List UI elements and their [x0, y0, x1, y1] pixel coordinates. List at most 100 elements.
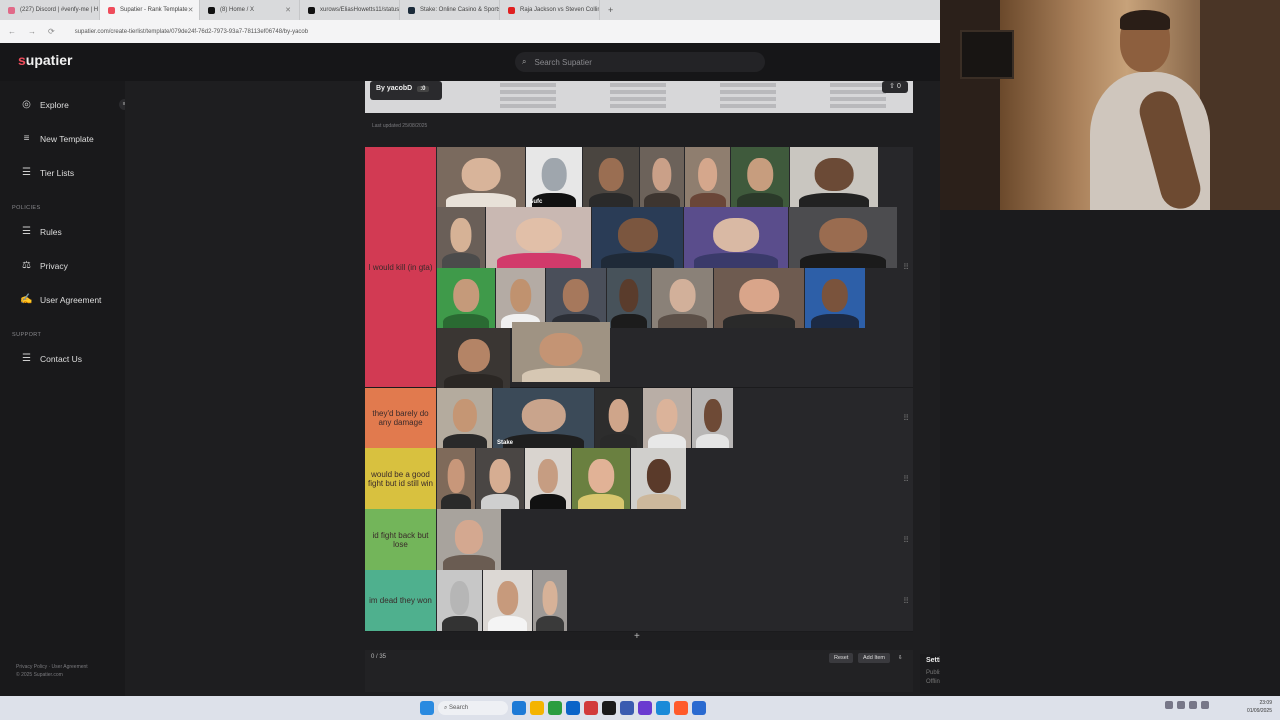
tier-item-image[interactable] — [789, 207, 897, 268]
browser-tab[interactable]: Raja Jackson vs Steven Collins✕ — [500, 0, 600, 20]
tier-item-image[interactable] — [631, 448, 686, 509]
streamer-image — [1090, 10, 1210, 210]
taskbar-app-icon[interactable] — [566, 701, 580, 715]
tier-item-image[interactable] — [592, 207, 683, 268]
tier-item-image[interactable] — [685, 147, 730, 207]
reload-icon[interactable]: ⟳ — [48, 27, 55, 36]
taskbar-app-icon[interactable] — [620, 701, 634, 715]
tier-label[interactable]: id fight back but lose — [365, 509, 436, 570]
tier-item-image[interactable]: sufc — [526, 147, 582, 207]
tier-item-image[interactable] — [583, 147, 639, 207]
taskbar-app-icon[interactable] — [512, 701, 526, 715]
tier-item-image[interactable] — [595, 388, 642, 448]
back-icon[interactable]: ← — [8, 27, 16, 36]
taskbar-app-icon[interactable] — [584, 701, 598, 715]
tier-item-image[interactable] — [437, 268, 495, 328]
supatier-logo[interactable]: supatier — [18, 52, 72, 68]
close-tab-icon[interactable]: ✕ — [285, 6, 291, 14]
tier-label[interactable]: I would kill (in gta) — [365, 147, 436, 387]
tier-item-image[interactable] — [437, 448, 475, 509]
tier-item-image[interactable] — [437, 147, 525, 207]
search-input[interactable]: Search Supatier — [534, 58, 591, 67]
sidebar-item-contact-us[interactable]: ☰ Contact Us — [20, 353, 82, 364]
sidebar-item-explore[interactable]: ◎ Explore — [20, 99, 69, 110]
tier-item-image[interactable] — [486, 207, 591, 268]
tab-favicon-icon — [508, 6, 515, 14]
tier-item-image[interactable] — [684, 207, 788, 268]
drag-handle-icon[interactable]: ⠿ — [903, 535, 909, 544]
forward-icon[interactable]: → — [28, 27, 36, 36]
drag-handle-icon[interactable]: ⠿ — [903, 474, 909, 483]
download-icon[interactable]: ⇩ — [898, 653, 903, 663]
tier-label[interactable]: they'd barely do any damage — [365, 388, 436, 448]
drag-handle-icon[interactable]: ⠿ — [903, 596, 909, 605]
tier-item-image[interactable] — [546, 268, 606, 328]
compass-icon: ◎ — [22, 99, 31, 110]
tier-item-image[interactable] — [714, 268, 804, 328]
address-bar[interactable]: ← → ⟳ supatier.com/create-tierlist/templat… — [0, 20, 940, 43]
tier-item-image[interactable] — [805, 268, 865, 328]
tier-label[interactable]: im dead they won — [365, 570, 436, 631]
tier-item-image[interactable] — [790, 147, 878, 207]
item-caption: Stake — [497, 440, 514, 446]
tier-item-image[interactable] — [692, 388, 733, 448]
tier-item-image[interactable] — [525, 448, 571, 509]
browser-tab[interactable]: Supatier - Rank Template ✕ — [100, 0, 200, 20]
add-item-button[interactable]: Add Item — [858, 653, 891, 663]
tier-item-image[interactable] — [496, 268, 545, 328]
tab-favicon-icon — [408, 6, 415, 14]
close-tab-icon[interactable]: ✕ — [188, 6, 194, 14]
url-text[interactable]: supatier.com/create-tierlist/template/07… — [75, 29, 308, 35]
drag-handle-icon[interactable]: ⠿ — [903, 414, 909, 423]
new-tab-button[interactable]: + — [600, 5, 621, 15]
tier-item-image[interactable] — [731, 147, 789, 207]
tier-item-image[interactable] — [437, 570, 482, 631]
tier-label[interactable]: would be a good fight but id still win — [365, 448, 436, 509]
browser-tab[interactable]: (8) Home / X ✕ — [200, 0, 300, 20]
tier-item-image[interactable] — [512, 322, 610, 382]
clock[interactable]: 23:09 01/09/2025 — [1247, 699, 1272, 715]
taskbar-app-icon[interactable] — [674, 701, 688, 715]
sidebar-item-tier-lists[interactable]: ☰ Tier Lists — [20, 167, 74, 178]
policies-heading: POLICIES — [12, 205, 41, 211]
browser-tab[interactable]: (227) Discord | #venfy-me | H✕ — [0, 0, 100, 20]
drag-handle-icon[interactable]: ⠿ — [903, 263, 909, 272]
search-box[interactable]: ⌕ Search Supatier — [515, 52, 765, 72]
author-badge[interactable]: By yacobD:0 — [370, 81, 442, 100]
taskbar-app-icon[interactable] — [692, 701, 706, 715]
taskbar-app-icon[interactable] — [548, 701, 562, 715]
taskbar-app-icon[interactable] — [530, 701, 544, 715]
taskbar-app-icon[interactable] — [638, 701, 652, 715]
taskbar-app-icon[interactable] — [656, 701, 670, 715]
browser-tab[interactable]: xurows/EliasHowetts11/status✕ — [300, 0, 400, 20]
sidebar-item-user-agreement[interactable]: ✍ User Agreement — [20, 294, 101, 305]
tier-item-image[interactable] — [572, 448, 630, 509]
browser-tab[interactable]: Stake: Online Casino & Sports✕ — [400, 0, 500, 20]
tier-item-image[interactable] — [437, 207, 485, 268]
tier-item-image[interactable] — [640, 147, 684, 207]
tier-item-image[interactable] — [476, 448, 524, 509]
footer-links[interactable]: Privacy Policy · User Agreement — [16, 664, 88, 670]
windows-start-icon[interactable] — [420, 701, 434, 715]
sidebar-item-label: Contact Us — [40, 353, 83, 364]
sidebar-item-rules[interactable]: ☰ Rules — [20, 226, 62, 237]
sidebar-item-privacy[interactable]: ⚖ Privacy — [20, 260, 68, 271]
reset-button[interactable]: Reset — [829, 653, 854, 663]
tab-title: Stake: Online Casino & Sports — [420, 7, 500, 13]
tier-item-image[interactable] — [437, 388, 492, 448]
tier-item-image[interactable] — [483, 570, 532, 631]
tier-item-image[interactable] — [437, 328, 510, 388]
sidebar-item-new-template[interactable]: ≡ New Template — [20, 133, 94, 144]
tier-item-image[interactable] — [643, 388, 691, 448]
tier-item-image[interactable] — [437, 509, 501, 570]
taskbar-search[interactable]: ⌕ Search — [438, 701, 508, 715]
tier-item-image[interactable] — [607, 268, 651, 328]
upvote-button[interactable]: ⇧ 0 — [882, 81, 908, 93]
taskbar-app-icon[interactable] — [602, 701, 616, 715]
tab-title: Raja Jackson vs Steven Collins — [520, 7, 600, 13]
webcam-overlay — [940, 0, 1280, 210]
tier-item-image[interactable] — [652, 268, 713, 328]
add-tier-button[interactable]: + — [634, 631, 640, 642]
tier-item-image[interactable]: Stake — [493, 388, 594, 448]
tier-item-image[interactable] — [533, 570, 567, 631]
